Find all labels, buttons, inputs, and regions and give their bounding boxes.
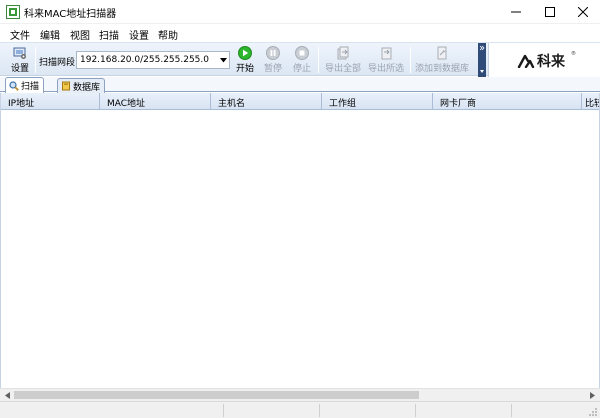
minimize-icon xyxy=(511,11,521,13)
toolbar: 设置 扫描网段 192.168.20.0/255.255.255.0 开始 暂停… xyxy=(0,42,600,77)
close-button[interactable] xyxy=(566,0,600,24)
registered-mark: ® xyxy=(571,51,576,57)
stop-label: 停止 xyxy=(292,64,311,74)
status-pane xyxy=(416,404,512,417)
arrow-right-icon xyxy=(590,392,595,399)
stop-button[interactable]: 停止 xyxy=(291,45,313,75)
app-icon xyxy=(6,5,20,19)
arrow-left-icon xyxy=(5,392,10,399)
start-label: 开始 xyxy=(235,64,254,74)
stop-icon xyxy=(295,46,309,60)
start-button[interactable]: 开始 xyxy=(234,45,256,75)
status-pane xyxy=(320,404,416,417)
column-hostname-label: 主机名 xyxy=(218,99,246,109)
dropdown-arrow-icon[interactable] xyxy=(217,52,229,68)
settings-button[interactable]: 设置 xyxy=(7,45,33,75)
add-to-database-label: 添加到数据库 xyxy=(414,64,469,74)
export-all-icon xyxy=(337,46,349,60)
toolbar-grip[interactable] xyxy=(478,43,486,77)
horizontal-scrollbar[interactable] xyxy=(0,388,600,401)
scan-results-table[interactable]: IP地址 MAC地址 主机名 工作组 网卡厂商 比较 xyxy=(0,93,600,388)
tab-scan-label: 扫描 xyxy=(21,82,40,92)
column-workgroup-label: 工作组 xyxy=(329,99,357,109)
scroll-thumb[interactable] xyxy=(14,391,419,399)
magnifier-icon xyxy=(9,80,19,91)
play-icon xyxy=(238,46,252,60)
column-nic-vendor[interactable]: 网卡厂商 xyxy=(433,93,582,110)
menu-edit[interactable]: 编辑 xyxy=(40,27,60,42)
column-nic-vendor-label: 网卡厂商 xyxy=(440,99,477,109)
colasoft-logo-icon xyxy=(517,54,535,68)
tab-database-label: 数据库 xyxy=(73,82,101,93)
status-bar xyxy=(0,401,600,418)
tab-scan[interactable]: 扫描 xyxy=(5,77,45,93)
pause-icon xyxy=(266,46,280,60)
close-icon xyxy=(578,7,588,17)
column-ip-address-label: IP地址 xyxy=(8,99,35,109)
brand-logo-text: 科来 xyxy=(537,54,565,70)
column-compare[interactable]: 比较 xyxy=(582,93,599,110)
toolbar-separator xyxy=(35,47,36,73)
status-pane xyxy=(0,404,224,417)
pause-label: 暂停 xyxy=(263,64,282,74)
column-ip-address[interactable]: IP地址 xyxy=(1,93,100,110)
menu-file[interactable]: 文件 xyxy=(10,27,30,42)
menu-help[interactable]: 帮助 xyxy=(158,27,178,42)
status-pane xyxy=(224,404,320,417)
settings-label: 设置 xyxy=(10,64,29,74)
tab-bar: 扫描 数据库 xyxy=(0,77,600,93)
toolbar-separator xyxy=(410,47,411,73)
chevron-icon xyxy=(479,45,485,73)
settings-icon xyxy=(13,47,26,59)
column-compare-label: 比较 xyxy=(585,99,599,109)
export-selected-label: 导出所选 xyxy=(367,64,404,74)
menu-scan[interactable]: 扫描 xyxy=(99,27,119,42)
toolbar-separator xyxy=(318,47,319,73)
minimize-button[interactable] xyxy=(499,0,533,24)
scan-segment-combo[interactable]: 192.168.20.0/255.255.255.0 xyxy=(76,51,230,69)
column-mac-address-label: MAC地址 xyxy=(107,99,146,109)
column-hostname[interactable]: 主机名 xyxy=(211,93,322,110)
table-header: IP地址 MAC地址 主机名 工作组 网卡厂商 比较 xyxy=(1,93,599,110)
menu-settings[interactable]: 设置 xyxy=(129,27,149,42)
column-mac-address[interactable]: MAC地址 xyxy=(100,93,211,110)
maximize-button[interactable] xyxy=(533,0,567,24)
add-database-icon xyxy=(437,46,447,60)
column-workgroup[interactable]: 工作组 xyxy=(322,93,433,110)
database-icon xyxy=(62,81,70,91)
title-bar: 科来MAC地址扫描器 xyxy=(0,0,600,24)
scan-segment-value: 192.168.20.0/255.255.255.0 xyxy=(80,55,209,65)
maximize-icon xyxy=(545,7,555,17)
pause-button[interactable]: 暂停 xyxy=(262,45,284,75)
brand-logo: 科来 ® xyxy=(488,43,600,77)
export-all-button[interactable]: 导出全部 xyxy=(323,45,363,75)
window-title: 科来MAC地址扫描器 xyxy=(24,9,117,20)
export-all-label: 导出全部 xyxy=(324,64,361,74)
tab-database[interactable]: 数据库 xyxy=(57,78,106,93)
scan-segment-label: 扫描网段 xyxy=(39,58,76,68)
add-to-database-button[interactable]: 添加到数据库 xyxy=(414,45,470,75)
menu-bar: 文件 编辑 视图 扫描 设置 帮助 xyxy=(0,24,600,42)
menu-view[interactable]: 视图 xyxy=(70,27,90,42)
export-selected-button[interactable]: 导出所选 xyxy=(366,45,406,75)
resize-grip-icon[interactable] xyxy=(588,407,598,417)
export-selected-icon xyxy=(381,47,392,60)
